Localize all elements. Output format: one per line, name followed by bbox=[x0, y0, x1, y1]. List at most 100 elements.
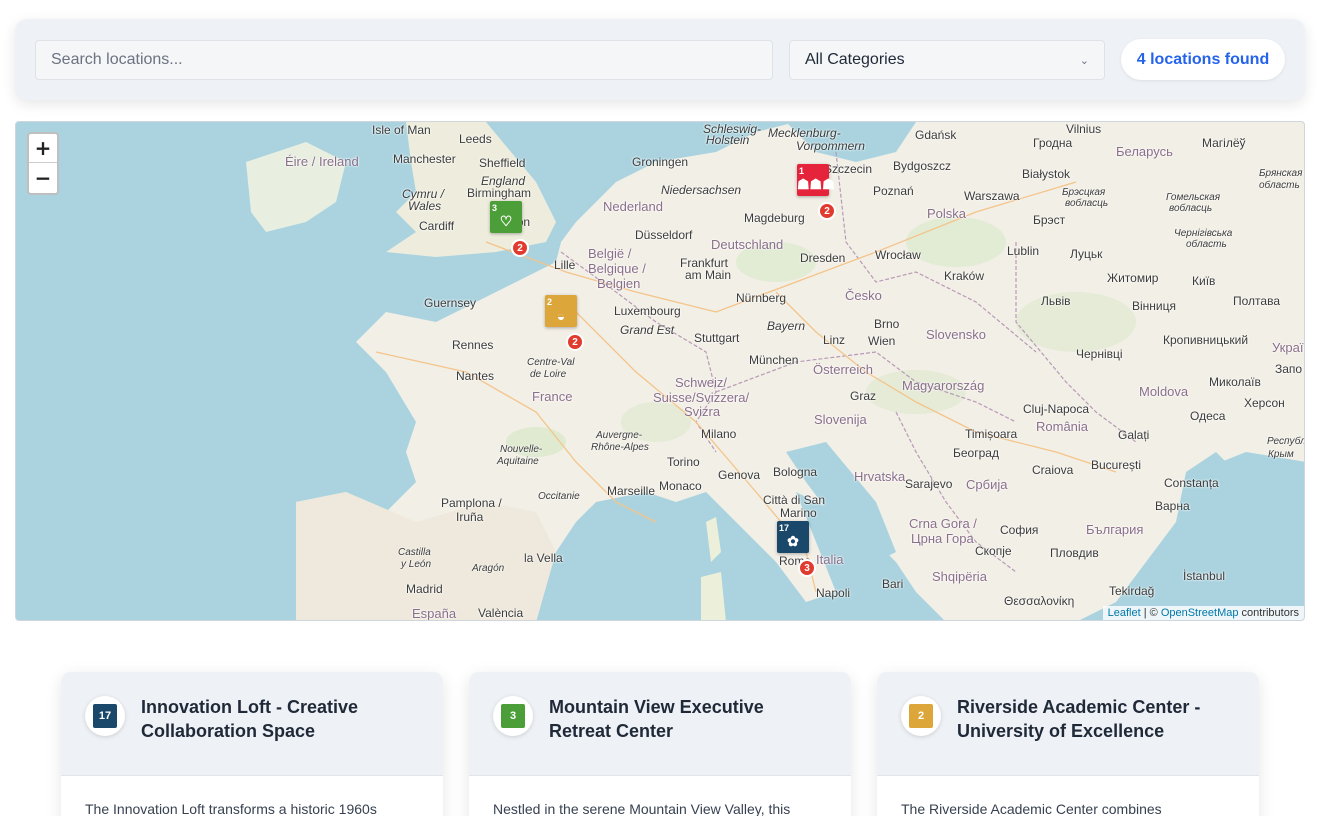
leaflet-link[interactable]: Leaflet bbox=[1108, 607, 1141, 619]
map-label: Брэсцкая bbox=[1062, 187, 1106, 198]
map-label: Centre-Val bbox=[527, 357, 575, 368]
map-label: Belgien bbox=[597, 276, 641, 291]
attribution-separator: | © bbox=[1140, 607, 1161, 619]
map-label: Niedersachsen bbox=[661, 183, 742, 197]
map-label: Manchester bbox=[393, 152, 456, 166]
map-label: Groningen bbox=[632, 155, 689, 169]
map-label: Запо bbox=[1275, 362, 1303, 376]
map-label: am Main bbox=[685, 268, 732, 282]
map-label: Kraków bbox=[944, 269, 985, 283]
map-label: Stuttgart bbox=[694, 331, 740, 345]
map-label: Bydgoszcz bbox=[893, 159, 952, 173]
map-label: València bbox=[478, 606, 524, 620]
cluster-count-badge[interactable]: 2 bbox=[566, 333, 584, 351]
sdg-marker-goal-2[interactable]: 2 ◒ bbox=[545, 295, 577, 327]
map-label: Wien bbox=[868, 334, 896, 348]
map-label: Pamplona / bbox=[441, 496, 502, 510]
cluster-count-badge[interactable]: 2 bbox=[511, 239, 529, 257]
sdg-goal-3-icon: 3 bbox=[501, 704, 525, 728]
zoom-in-button[interactable]: + bbox=[29, 134, 57, 163]
map-label: Варна bbox=[1155, 499, 1190, 513]
map-label: Linz bbox=[823, 333, 846, 347]
marker-goal-number: 3 bbox=[492, 203, 498, 213]
map-label: Cluj-Napoca bbox=[1023, 402, 1090, 416]
map-label: Italia bbox=[816, 552, 844, 567]
category-select[interactable]: All Categories ⌄ bbox=[789, 40, 1105, 80]
zoom-out-button[interactable]: − bbox=[29, 163, 57, 192]
osm-link[interactable]: OpenStreetMap bbox=[1161, 607, 1239, 619]
map-label: Магілёў bbox=[1202, 136, 1246, 150]
map-label: Crna Gora / bbox=[909, 516, 977, 531]
map-label: Θεσσαλονίκη bbox=[1004, 594, 1075, 608]
map-label: Luxembourg bbox=[614, 304, 681, 318]
map-label: Брэст bbox=[1033, 213, 1066, 227]
map-label: Wales bbox=[408, 199, 442, 213]
location-card[interactable]: 2 Riverside Academic Center - University… bbox=[877, 672, 1259, 816]
map-label: Magdeburg bbox=[744, 211, 805, 225]
card-header: 17 Innovation Loft - Creative Collaborat… bbox=[61, 672, 443, 776]
sdg-marker-goal-17[interactable]: 17 ✿ bbox=[777, 521, 809, 553]
map-label: область bbox=[1259, 180, 1300, 191]
map-label: Sheffield bbox=[479, 156, 526, 170]
map-label: Schweiz/ bbox=[675, 375, 728, 390]
map-label: Belgique / bbox=[588, 261, 646, 276]
map-label: Česko bbox=[845, 288, 882, 303]
map-label: la Vella bbox=[524, 551, 563, 565]
map-label: Львів bbox=[1041, 294, 1071, 308]
map-label: Гродна bbox=[1033, 136, 1073, 150]
map[interactable]: Isle of Man Leeds Manchester Sheffield É… bbox=[15, 121, 1305, 621]
search-input[interactable]: Search locations... bbox=[35, 40, 773, 80]
map-label: Црна Гора bbox=[911, 531, 974, 546]
map-label: България bbox=[1086, 522, 1144, 537]
map-label: Беларусь bbox=[1116, 144, 1173, 159]
map-label: Rhône-Alpes bbox=[591, 442, 649, 453]
map-label: Lublin bbox=[1007, 244, 1040, 258]
cluster-count-badge[interactable]: 2 bbox=[818, 202, 836, 220]
map-label: Београд bbox=[953, 446, 999, 460]
map-label: Szczecin bbox=[824, 162, 873, 176]
map-label: Житомир bbox=[1107, 271, 1159, 285]
map-label: Чернівці bbox=[1076, 347, 1123, 361]
map-label: España bbox=[412, 606, 457, 621]
map-label: Республ bbox=[1267, 436, 1305, 447]
marker-goal-number: 17 bbox=[779, 523, 790, 533]
map-attribution: Leaflet | © OpenStreetMap contributors bbox=[1102, 606, 1304, 620]
map-label: Marseille bbox=[607, 484, 656, 498]
map-label: Србија bbox=[966, 477, 1008, 492]
map-label: Holstein bbox=[706, 133, 750, 147]
map-label: Одеса bbox=[1190, 409, 1226, 423]
map-label: Кропивницький bbox=[1163, 333, 1249, 347]
people-icon: ☗☗☗ bbox=[797, 176, 835, 192]
map-label: France bbox=[532, 389, 573, 404]
location-card[interactable]: 17 Innovation Loft - Creative Collaborat… bbox=[61, 672, 443, 816]
map-label: Napoli bbox=[816, 586, 851, 600]
map-label: Milano bbox=[701, 427, 737, 441]
map-label: вобласць bbox=[1169, 203, 1213, 214]
map-label: Nürnberg bbox=[736, 291, 787, 305]
map-label: Крым bbox=[1268, 449, 1294, 460]
map-label: Monaco bbox=[659, 479, 702, 493]
map-label: Occitanie bbox=[538, 491, 580, 502]
map-label: Bari bbox=[882, 577, 904, 591]
cluster-count-badge[interactable]: 3 bbox=[798, 559, 816, 577]
map-label: Düsseldorf bbox=[635, 228, 693, 242]
map-label: Aragón bbox=[472, 563, 505, 574]
map-label: Guernsey bbox=[424, 296, 477, 310]
map-label: Bologna bbox=[773, 465, 818, 479]
map-label: Éire / Ireland bbox=[285, 154, 359, 169]
location-card[interactable]: 3 Mountain View Executive Retreat Center… bbox=[469, 672, 851, 816]
map-label: Gdańsk bbox=[915, 128, 957, 142]
zoom-control: + − bbox=[27, 132, 59, 195]
map-label: Slovenija bbox=[814, 412, 867, 427]
map-label: Гомельская bbox=[1166, 192, 1221, 203]
card-description: The Innovation Loft transforms a histori… bbox=[85, 801, 377, 816]
sdg-marker-goal-1[interactable]: 1 ☗☗☗ bbox=[797, 164, 835, 196]
card-title: Innovation Loft - Creative Collaboration… bbox=[141, 697, 359, 741]
map-label: Lille bbox=[554, 258, 576, 272]
category-select-value: All Categories bbox=[805, 51, 905, 68]
map-label: Скопје bbox=[975, 544, 1012, 558]
map-label: Città di San bbox=[763, 493, 826, 507]
sdg-marker-goal-3[interactable]: 3 ♡ bbox=[490, 201, 522, 233]
partnership-flower-icon: ✿ bbox=[787, 533, 799, 549]
map-label: Österreich bbox=[813, 362, 873, 377]
